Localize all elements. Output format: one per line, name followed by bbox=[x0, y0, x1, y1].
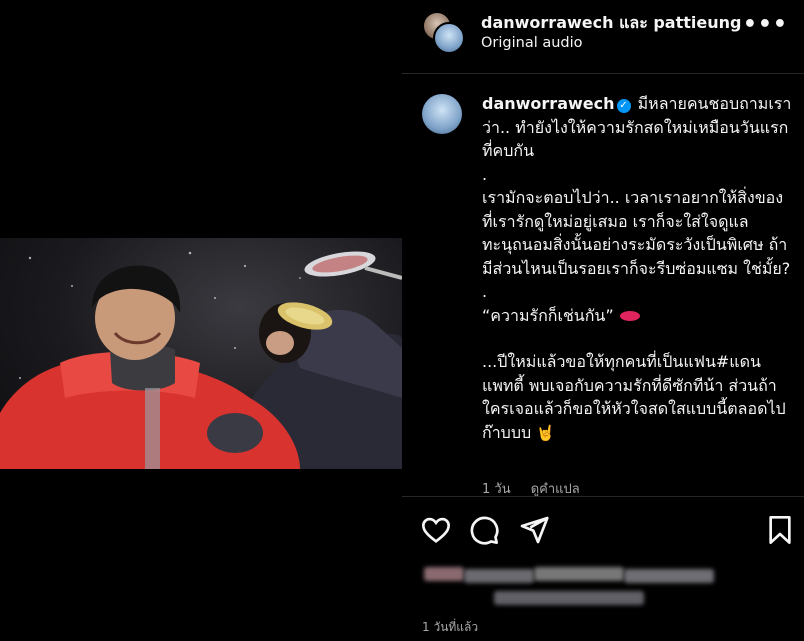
caption-line: “ความรักก็เช่นกัน” bbox=[482, 305, 614, 325]
lips-emoji-icon bbox=[619, 311, 640, 321]
time-ago: 1 วัน bbox=[482, 482, 511, 496]
photo-illustration bbox=[0, 251, 402, 469]
audio-label[interactable]: Original audio bbox=[481, 35, 583, 51]
caption-line: ...ปีใหม่แล้วขอให้ทุกคนที่เป็นแฟน#แดนแพท… bbox=[482, 350, 792, 445]
caption-line: . bbox=[482, 164, 488, 184]
heart-icon[interactable] bbox=[420, 514, 452, 546]
more-horizontal-icon[interactable]: ••• bbox=[743, 12, 788, 37]
divider bbox=[402, 496, 804, 497]
send-icon[interactable] bbox=[518, 514, 550, 546]
post-media[interactable] bbox=[0, 0, 402, 641]
caption-line: . bbox=[482, 282, 488, 301]
comment-icon[interactable] bbox=[468, 514, 500, 546]
see-translation-link[interactable]: ดูคำแปล bbox=[531, 482, 580, 496]
collab-avatars[interactable] bbox=[422, 11, 465, 54]
post-author-names[interactable]: danworrawech และ pattieung bbox=[481, 11, 741, 36]
hand-emoji-icon: 🤘 bbox=[536, 423, 555, 442]
bookmark-icon[interactable] bbox=[764, 514, 796, 546]
caption-text-end: ...ปีใหม่แล้วขอให้ทุกคนที่เป็นแฟน#แดนแพท… bbox=[482, 352, 786, 442]
caption-username[interactable]: danworrawech bbox=[482, 94, 615, 113]
likes-summary-blurred bbox=[424, 565, 714, 609]
caption-quote: “ความรักก็เช่นกัน” bbox=[482, 304, 792, 328]
post-header: danworrawech และ pattieung Original audi… bbox=[402, 0, 804, 74]
avatar[interactable] bbox=[433, 22, 465, 54]
caption-area: danworrawech ✓ มีหลายคนชอบถามเราว่า.. ทำย… bbox=[402, 74, 804, 496]
post-date: 1 วันที่แล้ว bbox=[422, 620, 479, 634]
post-panel: danworrawech และ pattieung Original audi… bbox=[402, 0, 804, 641]
caption-meta: 1 วัน ดูคำแปล bbox=[482, 478, 596, 496]
caption-line bbox=[482, 327, 792, 350]
post-photo[interactable] bbox=[0, 238, 402, 469]
avatar[interactable] bbox=[422, 94, 462, 134]
action-bar bbox=[402, 510, 804, 550]
caption-line: เรามักจะตอบไปว่า.. เวลาเราอยากให้สิ่งของ… bbox=[482, 188, 791, 278]
post-caption: danworrawech ✓ มีหลายคนชอบถามเราว่า.. ทำย… bbox=[482, 92, 792, 445]
verified-badge-icon: ✓ bbox=[616, 99, 631, 113]
